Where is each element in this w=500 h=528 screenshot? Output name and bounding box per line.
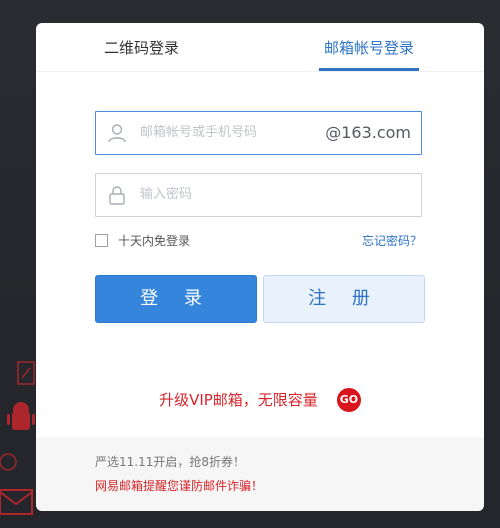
login-button[interactable]: 登 录	[95, 275, 257, 323]
background-decoration	[0, 361, 35, 515]
login-card: 二维码登录 邮箱帐号登录 邮箱帐号或手机号码 @163.com 输入密码 十天内…	[36, 23, 484, 511]
username-field[interactable]: 邮箱帐号或手机号码 @163.com	[95, 111, 422, 155]
tab-qr-login[interactable]: 二维码登录	[104, 37, 179, 59]
user-icon	[108, 124, 126, 143]
forgot-password-link[interactable]: 忘记密码？	[362, 231, 422, 251]
username-placeholder: 邮箱帐号或手机号码	[140, 125, 258, 140]
password-placeholder: 输入密码	[140, 187, 193, 202]
footer-notice-sale[interactable]: 严选11.11开启，抢8折券！	[95, 453, 245, 471]
vip-promo-link[interactable]: 升级VIP邮箱，无限容量	[159, 387, 318, 413]
login-options: 十天内免登录 忘记密码？	[95, 231, 422, 251]
go-badge-icon[interactable]: GO	[336, 388, 361, 412]
tab-mail-login[interactable]: 邮箱帐号登录	[319, 37, 419, 59]
active-tab-indicator	[319, 68, 419, 71]
remember-label[interactable]: 十天内免登录	[118, 231, 190, 251]
password-field[interactable]: 输入密码	[95, 173, 422, 217]
vip-promo: 升级VIP邮箱，无限容量 GO	[36, 387, 484, 413]
notice-footer: 严选11.11开启，抢8折券！ 网易邮箱提醒您谨防邮件诈骗！	[36, 437, 484, 511]
domain-suffix: @163.com	[325, 123, 411, 142]
lock-icon	[109, 186, 125, 205]
login-tabs: 二维码登录 邮箱帐号登录	[36, 23, 484, 72]
footer-notice-fraud[interactable]: 网易邮箱提醒您谨防邮件诈骗！	[95, 477, 263, 495]
remember-checkbox[interactable]	[95, 234, 108, 247]
register-button[interactable]: 注 册	[263, 275, 425, 323]
